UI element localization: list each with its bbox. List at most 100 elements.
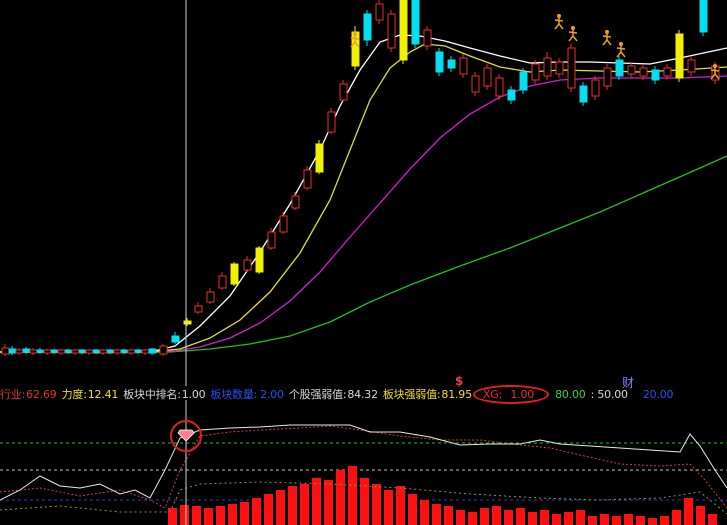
volume-bar (276, 490, 285, 525)
board-count-value: 2.00 (260, 387, 284, 401)
candle-body (22, 348, 31, 353)
candle-body (36, 349, 45, 353)
volume-bar (396, 486, 405, 525)
volume-bar (600, 514, 609, 525)
candle-body (29, 349, 38, 354)
candle-body (64, 349, 73, 353)
candle-body (99, 349, 108, 354)
diamond-signal-icon[interactable] (177, 429, 195, 442)
candle-body (78, 349, 87, 353)
candle-body (375, 3, 384, 21)
candle-body (603, 67, 612, 87)
candle-body (495, 77, 504, 97)
candle-body (218, 275, 227, 289)
candle-body (567, 47, 576, 89)
stock-strength-value: 84.32 (347, 387, 378, 401)
volume-bar (468, 512, 477, 525)
candle-body (447, 59, 456, 69)
volume-bar (372, 484, 381, 525)
volume-bar (420, 500, 429, 525)
volume-bar (324, 480, 333, 525)
volume-bar (252, 498, 261, 525)
volume-bar (576, 510, 585, 525)
volume-bar (552, 514, 561, 525)
candle-body (113, 349, 122, 354)
runner-signal-icon[interactable] (616, 42, 626, 58)
candle-body (387, 13, 396, 49)
candle-body (92, 349, 101, 353)
candle-body (8, 348, 17, 354)
candle-body (255, 247, 264, 273)
candle-body (363, 13, 372, 41)
candle-body (459, 57, 468, 75)
candle-body (675, 33, 684, 79)
moving-average-lines (0, 34, 727, 354)
volume-bar (564, 512, 573, 525)
candle-body (141, 349, 150, 354)
runner-signal-icon[interactable] (554, 14, 564, 30)
board-strength-value: 81.95 (441, 387, 472, 401)
volume-bar (612, 516, 621, 525)
candle-body (206, 291, 215, 303)
candle-body (699, 0, 708, 33)
candle-body (483, 67, 492, 87)
rank-value: 1.00 (181, 387, 206, 401)
volume-bar (408, 494, 417, 525)
volume-bar (360, 478, 369, 525)
volume-bar (444, 506, 453, 525)
strength-indicator-chart[interactable] (0, 400, 727, 525)
ma-green-line (0, 155, 727, 354)
candle-body (230, 263, 239, 285)
candles-group (1, 0, 720, 356)
candle-body (120, 349, 129, 353)
candle-body (579, 85, 588, 103)
candle-body (435, 51, 444, 73)
volume-bar (180, 505, 189, 525)
candle-body (106, 349, 115, 353)
candle-body (85, 349, 94, 354)
volume-bar (540, 510, 549, 525)
candle-body (639, 67, 648, 77)
level-50-value: : 50.00 (590, 387, 628, 401)
candle-body (71, 349, 80, 354)
volume-bar (336, 470, 345, 525)
candle-body (194, 305, 203, 313)
candle-body (279, 215, 288, 233)
candle-body (411, 0, 420, 45)
volume-bar (660, 516, 669, 525)
volume-bar (384, 490, 393, 525)
candle-body (134, 349, 143, 353)
volume-bar (528, 512, 537, 525)
volume-bar (348, 466, 357, 525)
candle-body (615, 59, 624, 77)
candle-body (303, 169, 312, 189)
volume-bar (624, 514, 633, 525)
ma-white-line (0, 34, 727, 353)
candle-body (327, 111, 336, 133)
runner-signal-icon[interactable] (568, 26, 578, 42)
volume-bar (696, 506, 705, 525)
xg-value: 1.00 (510, 387, 535, 401)
candle-body (148, 348, 157, 354)
volume-bar (288, 486, 297, 525)
candle-body (663, 67, 672, 77)
level-20-value: 20.00 (642, 387, 674, 401)
volume-bar (456, 510, 465, 525)
candle-body (531, 63, 540, 81)
candle-body (267, 231, 276, 249)
candle-body (291, 195, 300, 209)
runner-signal-icon[interactable] (602, 30, 612, 46)
candle-body (651, 69, 660, 81)
candlestick-chart[interactable] (0, 0, 727, 386)
candle-body (555, 61, 564, 75)
candle-body (339, 83, 348, 101)
volume-bar (516, 508, 525, 525)
candle-body (50, 349, 59, 353)
candle-body (591, 79, 600, 97)
volume-bar (300, 484, 309, 525)
volume-bar (492, 506, 501, 525)
volume-bar (684, 498, 693, 525)
volume-bar (672, 510, 681, 525)
volume-bar (204, 508, 213, 525)
industry-value: 62.69 (26, 387, 57, 401)
